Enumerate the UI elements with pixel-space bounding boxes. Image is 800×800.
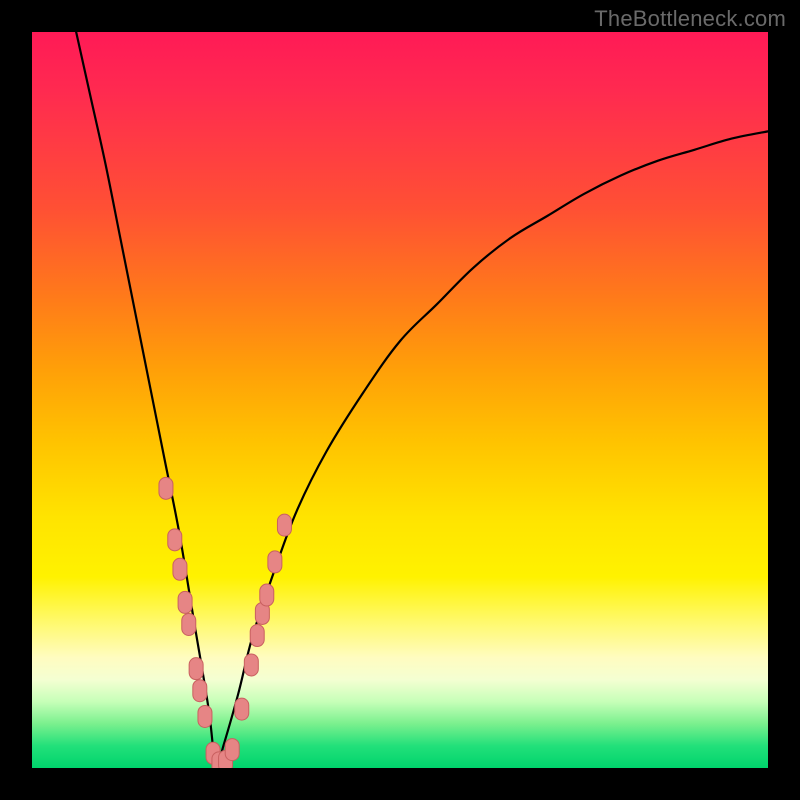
curve-marker	[168, 529, 182, 551]
curve-marker	[268, 551, 282, 573]
curve-marker	[178, 591, 192, 613]
curve-marker	[173, 558, 187, 580]
curve-marker	[193, 680, 207, 702]
watermark-text: TheBottleneck.com	[594, 6, 786, 32]
curve-marker	[277, 514, 291, 536]
marker-layer	[159, 477, 292, 768]
curve-marker	[189, 658, 203, 680]
curve-marker	[260, 584, 274, 606]
curve-marker	[250, 625, 264, 647]
bottleneck-curve-svg	[32, 32, 768, 768]
curve-marker	[244, 654, 258, 676]
curve-marker	[235, 698, 249, 720]
curve-marker	[159, 477, 173, 499]
bottleneck-curve-path	[76, 32, 768, 768]
plot-area	[32, 32, 768, 768]
curve-marker	[198, 705, 212, 727]
curve-marker	[182, 613, 196, 635]
curve-marker	[225, 739, 239, 761]
chart-frame: TheBottleneck.com	[0, 0, 800, 800]
